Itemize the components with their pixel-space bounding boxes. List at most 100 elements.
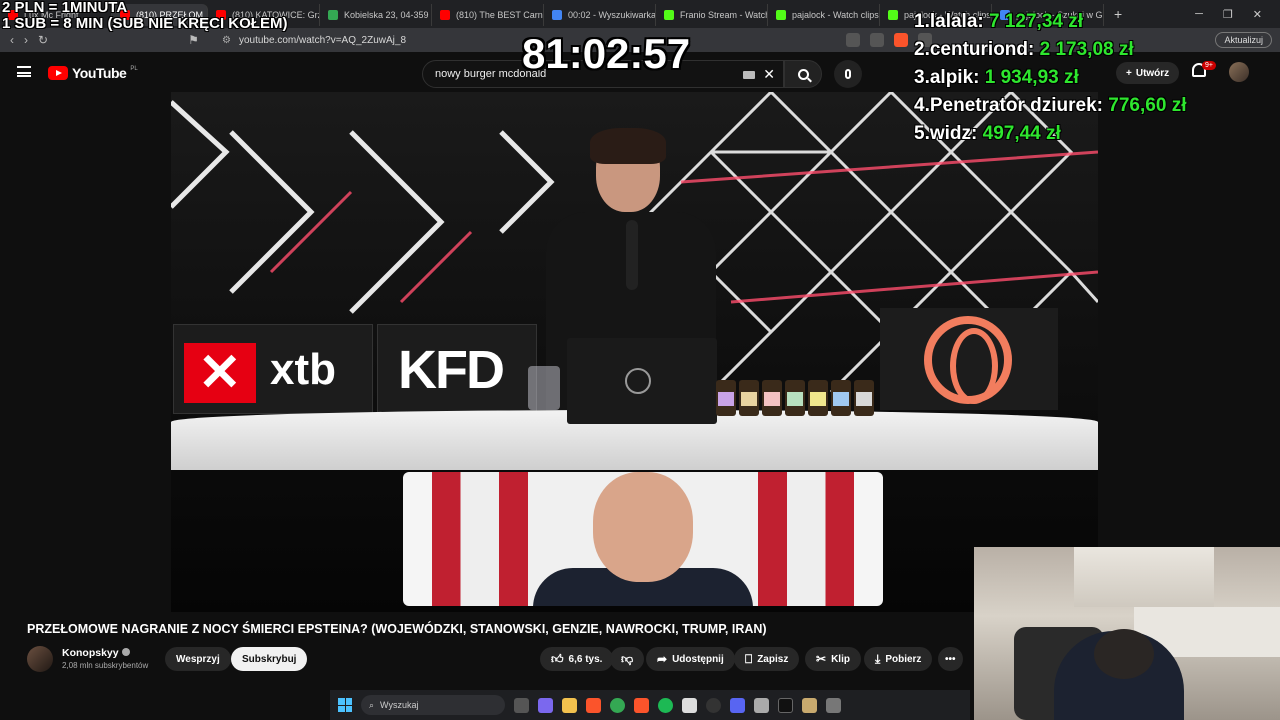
clip-button[interactable]: ✂ Klip [805,647,861,671]
leaderboard-name: centuriond: [929,39,1035,60]
opera-logo-icon [924,316,1012,404]
channel-avatar[interactable] [27,646,53,672]
search-icon: ⌕ [369,699,375,710]
presenter-hair [590,128,666,164]
xtb-text: xtb [270,345,336,394]
kick-favicon-icon [776,10,786,20]
back-icon[interactable]: ‹ [10,33,14,47]
tab-label: Kobielska 23, 04-359 W [344,10,432,20]
keyboard-icon[interactable] [743,71,755,79]
more-actions-button[interactable]: ••• [938,647,963,671]
thumbs-down-icon: 👎︎ [621,651,634,666]
kfd-text: KFD [398,340,505,400]
portrait-screen [403,472,883,606]
brave-running-icon[interactable] [634,697,649,713]
leaderboard-rank: 4. [914,95,930,116]
voice-search-button[interactable] [834,60,862,88]
leaderboard-amount: 1 934,93 zł [984,67,1079,88]
close-window-icon[interactable]: ✕ [1253,8,1262,21]
url-text: youtube.com/watch?v=AQ_2ZuwAj_8 [238,34,407,46]
account-avatar[interactable] [1229,62,1249,82]
menu-icon[interactable] [17,66,31,77]
settings-icon[interactable] [826,697,841,713]
leaderboard-name: lalala: [929,11,984,32]
task-view-icon[interactable] [514,697,529,713]
copilot-icon[interactable] [538,697,553,713]
jar [785,380,805,416]
video-player[interactable]: xtb KFD [171,92,1098,612]
brave-shield-icon[interactable] [894,33,908,47]
jar [716,380,736,416]
subscribe-button[interactable]: Subskrybuj [231,647,308,671]
more-icon: ••• [945,653,956,665]
browser-tab[interactable]: (810) The BEST Carnita [432,4,544,26]
jar [854,380,874,416]
leaderboard-amount: 7 127,34 zł [989,11,1084,32]
leaderboard-amount: 776,60 zł [1108,95,1187,116]
youtube-favicon-icon [440,10,450,20]
taskbar-search-placeholder: Wyszukaj [380,700,419,710]
brave-icon[interactable] [586,697,601,713]
site-info-icon[interactable]: ⚙ [222,35,231,46]
browser-tab[interactable]: Franio Stream - Watch [656,4,768,26]
clip-label: Klip [831,653,850,665]
maximize-icon[interactable]: ❐ [1223,8,1233,21]
kfd-sign: KFD [377,324,537,414]
leaderboard-rank: 2. [914,39,930,60]
leaderboard-name: alpik: [929,67,980,88]
like-count: 6,6 tys. [568,653,603,665]
notepad-icon[interactable] [682,697,697,713]
download-icon: ⤓ [875,651,881,666]
discord-icon[interactable] [730,697,745,713]
xtb-sign: xtb [173,324,373,414]
calculator-icon[interactable] [754,697,769,713]
share-icon[interactable] [870,33,884,47]
like-button[interactable]: 👍︎ 6,6 tys. [540,647,614,671]
bookmark-icon[interactable]: ⚑ [188,33,199,47]
browser-tab[interactable]: pajalock - Watch clips [768,4,880,26]
extension-icon[interactable] [846,33,860,47]
update-button[interactable]: Aktualizuj [1215,32,1272,48]
download-button[interactable]: ⤓ Pobierz [864,647,933,671]
save-button[interactable]: ⎕ Zapisz [734,647,800,671]
channel-name[interactable]: Konopskyy [62,647,119,659]
app-icon[interactable] [778,697,793,713]
country-code: PL [130,66,138,72]
leaderboard-rank: 3. [914,67,930,88]
minimize-icon[interactable]: ─ [1195,8,1203,21]
download-label: Pobierz [885,653,922,665]
share-arrow-icon: ➦ [657,652,668,666]
window-controls: ─ ❐ ✕ [1195,8,1280,21]
support-label: Wesprzyj [176,653,220,665]
chrome-icon[interactable] [610,697,625,713]
bookmark-save-icon: ⎕ [745,651,753,666]
jar [808,380,828,416]
dislike-button[interactable]: 👎︎ [610,647,645,671]
file-explorer-icon[interactable] [562,697,577,713]
search-button[interactable] [784,60,822,88]
jar [831,380,851,416]
channel-name-row[interactable]: Konopskyy [62,647,130,659]
support-button[interactable]: Wesprzyj [165,647,231,671]
tab-label: pajalock - Watch clips [792,10,879,20]
browser-tab[interactable]: Kobielska 23, 04-359 W [320,4,432,26]
clear-search-icon[interactable]: ✕ [763,66,775,83]
reload-icon[interactable]: ↻ [38,33,48,47]
windows-start-icon[interactable] [338,698,352,712]
forward-icon[interactable]: › [24,33,28,47]
tab-label: Franio Stream - Watch [680,10,768,20]
obs-icon[interactable] [706,697,721,713]
youtube-play-icon [48,66,68,80]
spotify-icon[interactable] [658,697,673,713]
taskbar-search[interactable]: ⌕ Wyszukaj [361,695,505,715]
laptop-logo-icon [625,368,651,394]
league-client-icon[interactable] [802,697,817,713]
youtube-logo[interactable]: YouTube PL [48,65,138,81]
supplement-jars [716,380,874,416]
microphone [626,220,638,290]
windows-taskbar: ⌕ Wyszukaj [330,690,970,720]
notification-badge: 9+ [1202,61,1216,70]
browser-tab[interactable]: 00:02 - Wyszukiwarka [544,4,656,26]
jar [762,380,782,416]
share-button[interactable]: ➦ Udostępnij [646,647,735,671]
